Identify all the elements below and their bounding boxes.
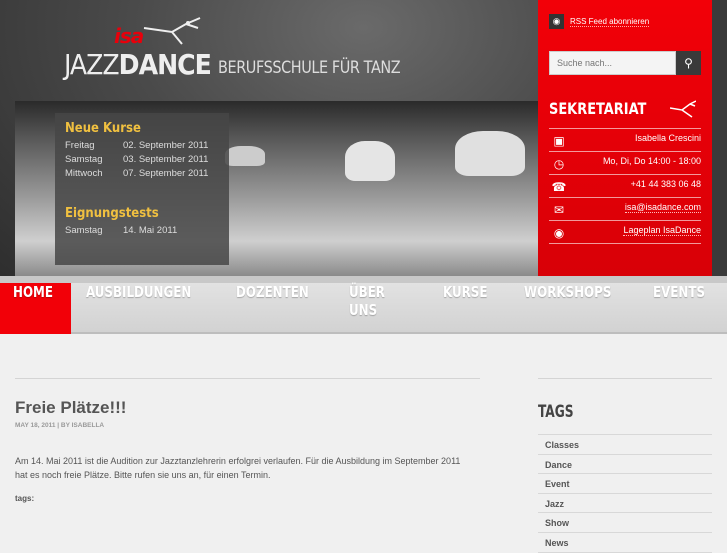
rss-label[interactable]: RSS Feed abonnieren bbox=[570, 17, 650, 27]
eignungstests-heading: Eignungstests bbox=[65, 206, 159, 221]
mail-icon: ✉ bbox=[553, 203, 565, 217]
nav-ausbildungen[interactable]: AUSBILDUNGEN bbox=[71, 283, 221, 334]
sekretariat-panel: ◉ RSS Feed abonnieren ⚲ SEKRETARIAT ▣Isab… bbox=[538, 0, 712, 276]
contact-email: ✉ isa@isadance.com bbox=[549, 198, 701, 221]
kurs-row: Mittwoch 07. September 2011 bbox=[65, 168, 209, 179]
dancer-logo-icon bbox=[143, 17, 201, 45]
logo-jazzdance: JAZZDANCE bbox=[64, 48, 212, 81]
post-tags-label: tags: bbox=[15, 494, 35, 503]
search-input[interactable] bbox=[549, 51, 676, 75]
search-button[interactable]: ⚲ bbox=[676, 51, 701, 75]
kurs-row: Freitag 02. September 2011 bbox=[65, 140, 209, 151]
id-card-icon: ▣ bbox=[553, 134, 565, 148]
contact-name: ▣ Isabella Crescini bbox=[549, 129, 701, 152]
eye-icon: ◉ bbox=[553, 226, 565, 240]
divider bbox=[15, 378, 480, 379]
main-nav: HOME AUSBILDUNGEN DOZENTEN ÜBER UNS KURS… bbox=[0, 283, 727, 334]
nav-kurse[interactable]: KURSE bbox=[428, 283, 509, 334]
search-form: ⚲ bbox=[549, 51, 701, 75]
eignung-row: Samstag 14. Mai 2011 bbox=[65, 225, 178, 236]
sekretariat-heading: SEKRETARIAT bbox=[549, 99, 647, 118]
kurs-row: Samstag 03. September 2011 bbox=[65, 154, 209, 165]
post-title[interactable]: Freie Plätze!!! bbox=[15, 398, 126, 418]
logo-isa: isa bbox=[114, 24, 144, 48]
divider bbox=[538, 378, 712, 379]
rss-link[interactable]: ◉ RSS Feed abonnieren bbox=[549, 14, 650, 29]
info-box: Neue Kurse Freitag 02. September 2011 Sam… bbox=[55, 113, 229, 265]
right-edge bbox=[712, 0, 727, 276]
dancer-icon bbox=[670, 100, 696, 118]
email-link[interactable]: isa@isadance.com bbox=[624, 202, 701, 213]
neue-kurse-heading: Neue Kurse bbox=[65, 121, 141, 136]
nav-workshops[interactable]: WORKSHOPS bbox=[509, 283, 638, 334]
contact-phone: ☎ +41 44 383 06 48 bbox=[549, 175, 701, 198]
contact-map: ◉ Lageplan IsaDance bbox=[549, 221, 701, 244]
contact-hours: ◷ Mo, Di, Do 14:00 - 18:00 bbox=[549, 152, 701, 175]
tag-link[interactable]: Dance bbox=[538, 455, 712, 475]
nav-dozenten[interactable]: DOZENTEN bbox=[221, 283, 334, 334]
tagline: BERUFSSCHULE FÜR TANZ bbox=[218, 58, 401, 78]
search-icon: ⚲ bbox=[684, 56, 693, 70]
nav-top-border bbox=[0, 276, 727, 283]
contact-list: ▣ Isabella Crescini ◷ Mo, Di, Do 14:00 - 1… bbox=[549, 128, 701, 244]
rss-icon: ◉ bbox=[549, 14, 564, 29]
tag-link[interactable]: Event bbox=[538, 474, 712, 494]
tags-heading: TAGS bbox=[538, 402, 574, 422]
tag-link[interactable]: Show bbox=[538, 513, 712, 533]
post-meta: MAY 18, 2011 | BY ISABELLA bbox=[15, 422, 105, 429]
tag-link[interactable]: Jazz bbox=[538, 494, 712, 514]
clock-icon: ◷ bbox=[553, 157, 565, 171]
tag-list: Classes Dance Event Jazz Show News bbox=[538, 434, 712, 553]
nav-home[interactable]: HOME bbox=[0, 283, 72, 334]
tag-link[interactable]: Classes bbox=[538, 435, 712, 455]
nav-ueber-uns[interactable]: ÜBER UNS bbox=[334, 283, 428, 334]
tag-link[interactable]: News bbox=[538, 533, 712, 553]
logo[interactable]: isa JAZZDANCE bbox=[64, 14, 212, 81]
map-link[interactable]: Lageplan IsaDance bbox=[623, 225, 701, 236]
nav-events[interactable]: EVENTS bbox=[638, 283, 727, 334]
phone-icon: ☎ bbox=[551, 180, 567, 194]
post-body: Am 14. Mai 2011 ist die Audition zur Jaz… bbox=[15, 456, 461, 480]
